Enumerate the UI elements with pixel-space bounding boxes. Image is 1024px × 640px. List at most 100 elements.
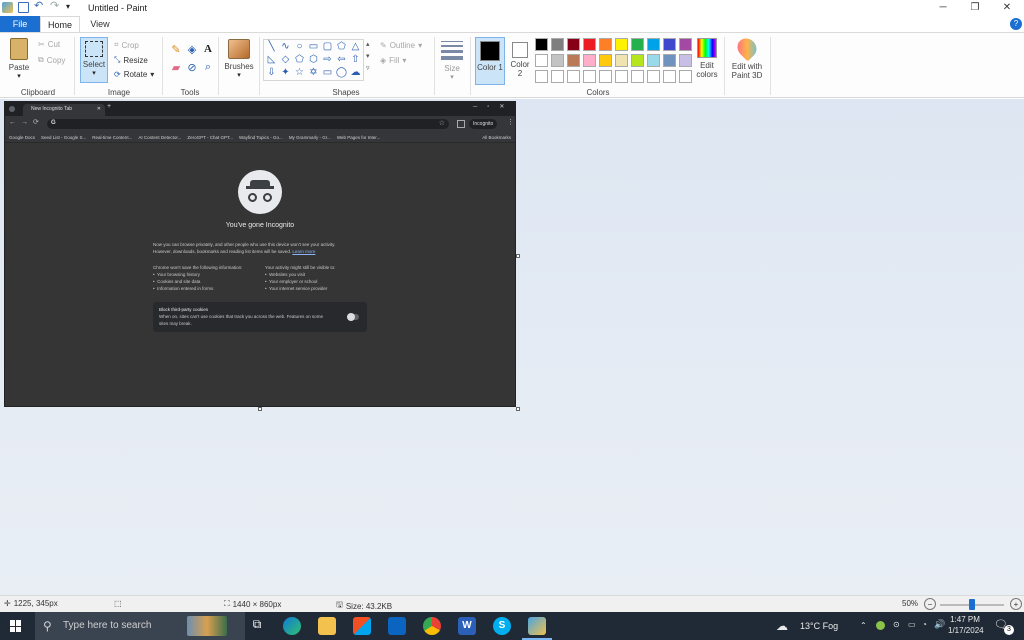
zoom-slider-thumb[interactable] — [969, 599, 975, 610]
word-icon[interactable]: W — [458, 617, 476, 635]
curve-shape-icon[interactable]: ∿ — [279, 41, 292, 53]
callout-rect-shape-icon[interactable]: ▭ — [321, 67, 334, 79]
palette-swatch[interactable] — [567, 54, 580, 67]
cut-button[interactable]: ✂ Cut — [38, 40, 60, 49]
weather-text[interactable]: 13°C Fog — [800, 621, 838, 631]
palette-swatch[interactable] — [631, 54, 644, 67]
canvas-workspace[interactable]: New Incognito Tab ✕ + ─▫✕ ←→⟳ G ☆ Incogn… — [0, 99, 1024, 595]
palette-swatch[interactable] — [599, 70, 612, 83]
palette-swatch[interactable] — [567, 70, 580, 83]
triangle-shape-icon[interactable]: △ — [349, 41, 362, 53]
fill-button[interactable]: ◈ Fill ▾ — [380, 56, 406, 65]
edit-with-paint3d-button[interactable]: Edit with Paint 3D — [728, 34, 766, 80]
palette-swatch[interactable] — [551, 54, 564, 67]
down-arrow-shape-icon[interactable]: ⇩ — [265, 67, 278, 79]
oval-shape-icon[interactable]: ○ — [293, 41, 306, 53]
palette-swatch[interactable] — [647, 38, 660, 51]
close-button[interactable]: ✕ — [992, 0, 1022, 16]
select-button[interactable]: Select ▾ — [80, 37, 108, 83]
palette-swatch[interactable] — [551, 38, 564, 51]
file-explorer-icon[interactable] — [318, 617, 336, 635]
color-picker-icon[interactable]: ⊘ — [184, 61, 200, 79]
zoom-out-button[interactable]: − — [924, 598, 936, 610]
color1-button[interactable]: Color 1 — [475, 37, 505, 85]
meet-icon[interactable]: ⊙ — [893, 620, 900, 629]
restore-button[interactable]: ❐ — [960, 0, 990, 16]
palette-swatch[interactable] — [663, 38, 676, 51]
palette-swatch[interactable] — [567, 38, 580, 51]
copy-button[interactable]: ⧉ Copy — [38, 55, 65, 65]
resize-handle-bottom[interactable] — [258, 407, 262, 411]
magnifier-icon[interactable]: ⌕ — [200, 61, 216, 79]
edge-icon[interactable] — [283, 617, 301, 635]
shapes-gallery[interactable]: ╲ ∿ ○ ▭ ▢ ⬠ △ ◺ ◇ ⬠ ⬡ ⇨ ⇦ ⇧ ⇩ ✦ ☆ ✡ ▭ ◯ ☁ — [263, 39, 364, 81]
rectangle-shape-icon[interactable]: ▭ — [307, 41, 320, 53]
microsoft-store-icon[interactable] — [353, 617, 371, 635]
help-icon[interactable]: ? — [1010, 18, 1022, 30]
palette-swatch[interactable] — [615, 38, 628, 51]
palette-swatch[interactable] — [583, 70, 596, 83]
palette-swatch[interactable] — [551, 70, 564, 83]
device-icon[interactable]: ▭ — [908, 620, 916, 629]
five-point-star-shape-icon[interactable]: ☆ — [293, 67, 306, 79]
palette-swatch[interactable] — [679, 38, 692, 51]
windows-start-icon[interactable] — [10, 620, 22, 632]
six-point-star-shape-icon[interactable]: ✡ — [307, 67, 320, 79]
taskbar-search-box[interactable]: ⚲ Type here to search — [35, 612, 245, 640]
palette-swatch[interactable] — [647, 70, 660, 83]
size-button[interactable]: Size ▾ — [438, 39, 466, 81]
right-arrow-shape-icon[interactable]: ⇨ — [321, 54, 334, 66]
task-view-icon[interactable]: ⧉ — [248, 617, 266, 635]
undo-icon[interactable]: ↶ — [34, 1, 45, 13]
paste-button[interactable]: Paste ▾ — [6, 38, 32, 80]
callout-oval-shape-icon[interactable]: ◯ — [335, 67, 348, 79]
palette-swatch[interactable] — [615, 54, 628, 67]
resize-handle-corner[interactable] — [516, 407, 520, 411]
palette-swatch[interactable] — [663, 70, 676, 83]
brushes-button[interactable]: Brushes ▾ — [222, 39, 256, 79]
minimize-button[interactable]: ─ — [928, 0, 958, 16]
eraser-icon[interactable]: ▰ — [168, 61, 184, 79]
customize-qat-icon[interactable]: ▾ — [66, 2, 77, 13]
palette-swatch[interactable] — [631, 70, 644, 83]
palette-swatch[interactable] — [663, 54, 676, 67]
crop-button[interactable]: ⌗ Crop — [114, 40, 139, 50]
palette-swatch[interactable] — [535, 54, 548, 67]
palette-swatch[interactable] — [631, 38, 644, 51]
canvas-image[interactable]: New Incognito Tab ✕ + ─▫✕ ←→⟳ G ☆ Incogn… — [4, 101, 516, 407]
resize-button[interactable]: ⤡ Resize — [114, 55, 148, 65]
palette-swatch[interactable] — [615, 70, 628, 83]
zoom-in-button[interactable]: + — [1010, 598, 1022, 610]
fill-bucket-icon[interactable]: ◈ — [184, 43, 200, 61]
line-shape-icon[interactable]: ╲ — [265, 41, 278, 53]
clock[interactable]: 1:47 PM 1/17/2024 — [948, 615, 984, 635]
mail-icon[interactable] — [388, 617, 406, 635]
left-arrow-shape-icon[interactable]: ⇦ — [335, 54, 348, 66]
skype-icon[interactable]: S — [493, 617, 511, 635]
pencil-icon[interactable]: ✎ — [168, 43, 184, 61]
palette-swatch[interactable] — [583, 38, 596, 51]
tab-view[interactable]: View — [80, 16, 120, 32]
palette-swatch[interactable] — [599, 38, 612, 51]
edit-colors-button[interactable]: Edit colors — [694, 38, 720, 79]
up-arrow-shape-icon[interactable]: ⇧ — [349, 54, 362, 66]
tab-file[interactable]: File — [0, 16, 40, 32]
tray-overflow-icon[interactable]: ⌃ — [860, 621, 867, 630]
save-icon[interactable] — [18, 2, 29, 13]
network-icon[interactable]: ◔ — [922, 620, 927, 629]
palette-swatch[interactable] — [583, 54, 596, 67]
pentagon-shape-icon[interactable]: ⬠ — [293, 54, 306, 66]
shapes-scroll[interactable]: ▴ ▾ ▿ — [366, 39, 370, 75]
palette-swatch[interactable] — [535, 38, 548, 51]
resize-handle-right[interactable] — [516, 254, 520, 258]
outline-button[interactable]: ✎ Outline ▾ — [380, 41, 422, 50]
right-triangle-shape-icon[interactable]: ◺ — [265, 54, 278, 66]
rounded-rectangle-shape-icon[interactable]: ▢ — [321, 41, 334, 53]
redo-icon[interactable]: ↷ — [50, 1, 61, 13]
palette-swatch[interactable] — [679, 54, 692, 67]
volume-icon[interactable]: 🔊 — [934, 619, 945, 630]
palette-swatch[interactable] — [679, 70, 692, 83]
app-tray-icon[interactable] — [876, 621, 885, 630]
palette-swatch[interactable] — [535, 70, 548, 83]
tab-home[interactable]: Home — [40, 16, 80, 32]
